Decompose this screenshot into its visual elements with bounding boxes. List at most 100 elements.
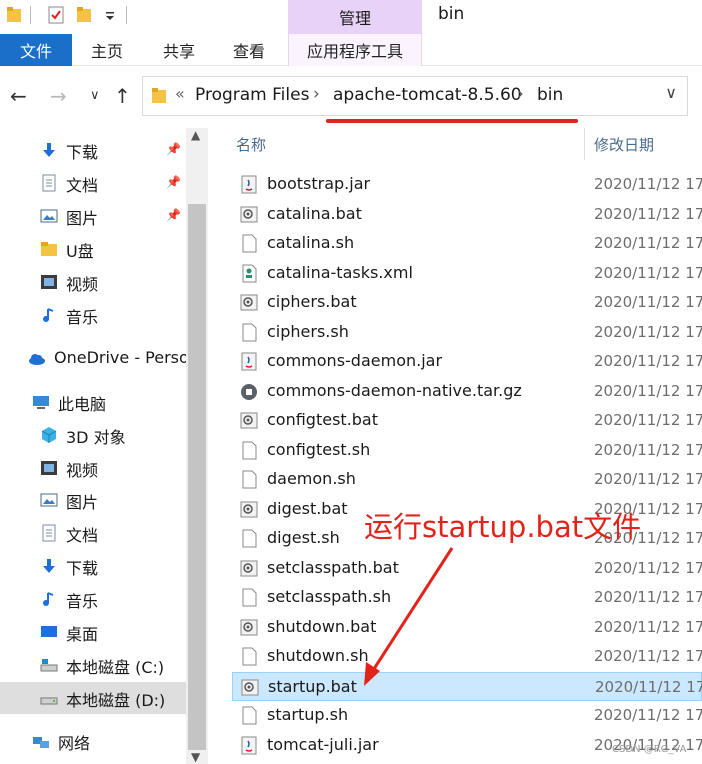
tab-file[interactable]: 文件 — [0, 34, 72, 66]
sidebar-item[interactable]: 桌面 — [0, 616, 190, 648]
xml-file-icon — [240, 264, 258, 283]
sidebar-item[interactable]: 3D 对象 — [0, 419, 190, 451]
file-row[interactable]: commons-daemon-native.tar.gz 2020/11/12 1… — [232, 377, 702, 406]
bat-file-icon — [240, 500, 258, 519]
breadcrumb-chevron-icon[interactable]: › — [313, 84, 320, 104]
sidebar-item[interactable]: 视频 — [0, 452, 190, 484]
address-dropdown-icon[interactable]: ∨ — [665, 83, 677, 102]
pin-icon[interactable]: 📌 — [166, 175, 181, 189]
file-row[interactable]: configtest.sh 2020/11/12 17 — [232, 436, 702, 465]
customize-qat-icon[interactable] — [102, 6, 118, 24]
file-row[interactable]: daemon.sh 2020/11/12 17 — [232, 465, 702, 494]
sidebar-item[interactable]: 下载 📌 — [0, 134, 190, 166]
file-row[interactable]: ciphers.bat 2020/11/12 17 — [232, 288, 702, 317]
file-modified-date: 2020/11/12 17 — [594, 322, 702, 341]
file-row[interactable]: startup.bat 2020/11/12 17 — [232, 671, 702, 701]
cube-icon — [40, 426, 58, 444]
sidebar-item[interactable]: 图片 📌 — [0, 200, 190, 232]
bat-file-icon — [240, 618, 258, 637]
breadcrumb-bin[interactable]: bin — [537, 85, 563, 105]
properties-icon[interactable] — [48, 6, 64, 24]
up-arrow-icon[interactable]: ↑ — [114, 84, 131, 108]
tab-view[interactable]: 查看 — [214, 34, 284, 66]
sidebar-item[interactable]: 本地磁盘 (C:) — [0, 649, 190, 681]
download-icon — [40, 557, 58, 575]
tab-application-tools[interactable]: 应用程序工具 — [288, 34, 422, 66]
sidebar-item[interactable]: OneDrive - Perso — [0, 343, 190, 375]
sidebar-scrollbar[interactable]: ▲ ▼ — [186, 128, 208, 764]
file-row[interactable]: catalina.bat 2020/11/12 17 — [232, 200, 702, 229]
sidebar-item[interactable]: 文档 📌 — [0, 167, 190, 199]
breadcrumb-program-files[interactable]: Program Files — [195, 85, 309, 105]
desktop-icon — [40, 623, 58, 641]
sidebar-item[interactable]: 下载 — [0, 550, 190, 582]
scrollbar-thumb[interactable] — [188, 204, 206, 750]
breadcrumb-apache-tomcat[interactable]: apache-tomcat-8.5.60 — [333, 85, 522, 105]
scroll-up-icon[interactable]: ▲ — [191, 128, 200, 142]
address-bar[interactable]: « Program Files › apache-tomcat-8.5.60 ›… — [142, 76, 688, 116]
sh-file-icon — [240, 706, 258, 725]
file-name: ciphers.sh — [267, 321, 349, 341]
file-name: commons-daemon-native.tar.gz — [267, 380, 522, 400]
sidebar-item[interactable]: 文档 — [0, 517, 190, 549]
tab-home[interactable]: 主页 — [72, 34, 142, 66]
file-row[interactable]: ciphers.sh 2020/11/12 17 — [232, 318, 702, 347]
sh-file-icon — [240, 529, 258, 548]
file-modified-date: 2020/11/12 17 — [594, 647, 702, 665]
file-modified-date: 2020/11/12 17 — [594, 411, 702, 429]
sidebar-item[interactable]: 视频 — [0, 266, 190, 298]
file-row[interactable]: bootstrap.jar 2020/11/12 17 — [232, 170, 702, 199]
sidebar-item[interactable]: 网络 — [0, 725, 190, 757]
file-name: configtest.sh — [267, 439, 371, 459]
sidebar-item[interactable]: 音乐 — [0, 583, 190, 615]
file-name: catalina.bat — [267, 203, 362, 223]
sidebar-item-label: 视频 — [66, 275, 99, 294]
scroll-down-icon[interactable]: ▼ — [191, 750, 200, 764]
sidebar-item-label: 本地磁盘 (C:) — [66, 658, 165, 677]
sidebar-item[interactable]: U盘 — [0, 233, 190, 265]
sidebar-item-label: U盘 — [66, 242, 94, 261]
column-divider[interactable] — [584, 128, 585, 160]
file-row[interactable]: shutdown.sh 2020/11/12 17 — [232, 642, 702, 671]
file-row[interactable]: setclasspath.sh 2020/11/12 17 — [232, 583, 702, 612]
file-name: setclasspath.bat — [267, 557, 399, 577]
file-row[interactable]: configtest.bat 2020/11/12 17 — [232, 406, 702, 435]
pin-icon[interactable]: 📌 — [166, 208, 181, 222]
sidebar-item-label: 此电脑 — [58, 395, 107, 414]
sidebar-item[interactable]: 音乐 — [0, 299, 190, 331]
address-overflow[interactable]: « — [175, 84, 185, 103]
sidebar-item[interactable]: 此电脑 — [0, 386, 190, 418]
file-name: startup.bat — [268, 676, 357, 696]
file-row[interactable]: shutdown.bat 2020/11/12 17 — [232, 613, 702, 642]
qat-separator — [30, 6, 31, 24]
music-icon — [40, 306, 58, 324]
column-header-name[interactable]: 名称 — [236, 128, 266, 160]
sidebar-item[interactable]: 本地磁盘 (D:) — [0, 682, 190, 714]
forward-arrow-icon[interactable]: → — [50, 84, 67, 108]
red-underline-annotation — [326, 119, 578, 123]
sidebar-item-label: 文档 — [66, 526, 99, 545]
file-row[interactable]: commons-daemon.jar 2020/11/12 17 — [232, 347, 702, 376]
navigation-pane: 下载 📌 文档 📌 图片 📌 U盘 视频 音乐 OneDrive - Perso 此电脑 3D 对象视… — [0, 128, 190, 764]
back-arrow-icon[interactable]: ← — [10, 84, 27, 108]
sidebar-item-label: 音乐 — [66, 592, 99, 611]
jar-file-icon — [240, 175, 258, 194]
column-header-date[interactable]: 修改日期 — [594, 128, 654, 160]
picture-icon — [40, 207, 58, 225]
file-name: setclasspath.sh — [267, 587, 392, 606]
sidebar-item-label: 网络 — [58, 734, 91, 753]
file-row[interactable]: catalina-tasks.xml 2020/11/12 17 — [232, 259, 702, 288]
sidebar-item[interactable]: 图片 — [0, 484, 190, 516]
file-row[interactable]: catalina.sh 2020/11/12 17 — [232, 229, 702, 258]
pin-icon[interactable]: 📌 — [166, 142, 181, 156]
new-folder-icon[interactable] — [76, 6, 92, 24]
folder-icon — [152, 88, 166, 103]
file-row[interactable]: setclasspath.bat 2020/11/12 17 — [232, 554, 702, 583]
tab-share[interactable]: 共享 — [144, 34, 214, 66]
recent-locations-chevron-icon[interactable]: ∨ — [90, 88, 100, 103]
file-modified-date: 2020/11/12 17 — [594, 381, 702, 400]
breadcrumb-chevron-icon[interactable]: › — [517, 84, 524, 104]
folder-icon[interactable] — [6, 6, 22, 24]
file-row[interactable]: startup.sh 2020/11/12 17 — [232, 701, 702, 730]
file-name: commons-daemon.jar — [267, 351, 443, 370]
